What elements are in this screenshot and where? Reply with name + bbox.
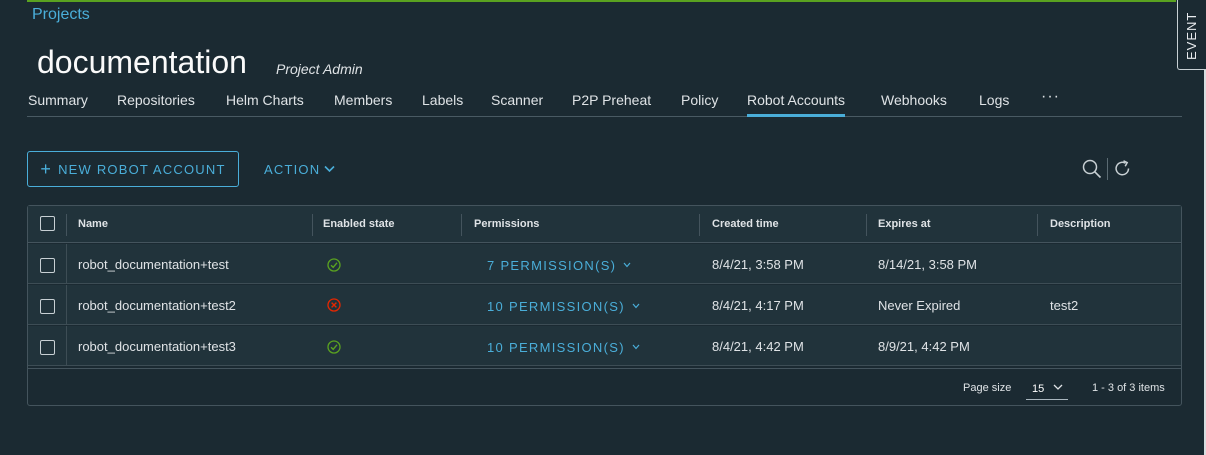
plus-icon: + bbox=[40, 159, 53, 179]
tab-scanner[interactable]: Scanner bbox=[491, 92, 543, 117]
row-checkbox[interactable] bbox=[40, 340, 55, 355]
chevron-down-icon bbox=[632, 344, 640, 350]
tab-webhooks[interactable]: Webhooks bbox=[881, 92, 947, 117]
permissions-toggle[interactable]: 7 PERMISSION(S) bbox=[487, 258, 631, 273]
column-divider bbox=[66, 214, 67, 236]
tab-policy[interactable]: Policy bbox=[681, 92, 718, 117]
tab-repositories[interactable]: Repositories bbox=[117, 92, 195, 117]
event-panel-toggle[interactable]: EVENT bbox=[1177, 0, 1206, 70]
row-checkbox[interactable] bbox=[40, 258, 55, 273]
new-robot-account-label: NEW ROBOT ACCOUNT bbox=[58, 161, 226, 177]
action-label: ACTION bbox=[264, 161, 321, 177]
tab-members[interactable]: Members bbox=[334, 92, 392, 117]
robot-name: robot_documentation+test bbox=[78, 257, 229, 272]
top-accent-line bbox=[27, 0, 1176, 2]
robot-name: robot_documentation+test3 bbox=[78, 339, 236, 354]
column-divider bbox=[66, 285, 67, 324]
tab-p2p-preheat[interactable]: P2P Preheat bbox=[572, 92, 651, 117]
column-header-expires-at[interactable]: Expires at bbox=[878, 218, 931, 230]
tab-robot-accounts[interactable]: Robot Accounts bbox=[747, 92, 846, 117]
pagination-range: 1 - 3 of 3 items bbox=[1092, 382, 1165, 394]
column-divider bbox=[66, 326, 67, 365]
tab-logs[interactable]: Logs bbox=[979, 92, 1009, 117]
refresh-icon[interactable] bbox=[1113, 159, 1132, 178]
column-header-description[interactable]: Description bbox=[1050, 218, 1111, 230]
created-time: 8/4/21, 4:17 PM bbox=[712, 298, 804, 313]
breadcrumb-projects[interactable]: Projects bbox=[32, 6, 90, 24]
chevron-down-icon bbox=[632, 303, 640, 309]
tab-bar: Summary Repositories Helm Charts Members… bbox=[27, 88, 1182, 117]
toolbar-divider bbox=[1107, 158, 1108, 180]
permissions-toggle[interactable]: 10 PERMISSION(S) bbox=[487, 340, 640, 355]
expires-at: 8/14/21, 3:58 PM bbox=[878, 257, 978, 272]
column-divider bbox=[312, 214, 313, 236]
column-header-permissions[interactable]: Permissions bbox=[474, 218, 539, 230]
robot-name: robot_documentation+test2 bbox=[78, 298, 236, 313]
page-size-select[interactable]: 15 bbox=[1026, 377, 1068, 400]
expires-at: Never Expired bbox=[878, 298, 961, 313]
new-robot-account-button[interactable]: + NEW ROBOT ACCOUNT bbox=[27, 151, 239, 187]
page-size-value: 15 bbox=[1032, 383, 1045, 395]
table-row[interactable]: robot_documentation+test3 10 PERMISSION(… bbox=[28, 326, 1181, 366]
page: Projects documentation Project Admin Sum… bbox=[0, 0, 1206, 455]
search-icon[interactable] bbox=[1082, 159, 1102, 179]
permissions-label: 10 PERMISSION(S) bbox=[487, 340, 625, 355]
chevron-down-icon bbox=[324, 165, 335, 173]
tab-labels[interactable]: Labels bbox=[422, 92, 463, 117]
event-panel-label: EVENT bbox=[1184, 11, 1199, 60]
column-header-name[interactable]: Name bbox=[78, 218, 108, 230]
description: test2 bbox=[1050, 298, 1079, 313]
expires-at: 8/9/21, 4:42 PM bbox=[878, 339, 970, 354]
table-footer: Page size 15 1 - 3 of 3 items bbox=[28, 368, 1181, 406]
permissions-toggle[interactable]: 10 PERMISSION(S) bbox=[487, 299, 640, 314]
column-divider bbox=[699, 214, 700, 236]
table-row[interactable]: robot_documentation+test2 10 PERMISSION(… bbox=[28, 285, 1181, 325]
column-header-enabled-state[interactable]: Enabled state bbox=[323, 218, 395, 230]
enabled-check-icon bbox=[327, 258, 341, 272]
enabled-check-icon bbox=[327, 340, 341, 354]
column-divider bbox=[866, 214, 867, 236]
permissions-label: 10 PERMISSION(S) bbox=[487, 299, 625, 314]
page-size-label: Page size bbox=[963, 382, 1012, 394]
column-divider bbox=[66, 244, 67, 283]
chevron-down-icon bbox=[1053, 384, 1063, 390]
column-header-created-time[interactable]: Created time bbox=[712, 218, 779, 230]
tab-summary[interactable]: Summary bbox=[28, 92, 88, 117]
tab-helm-charts[interactable]: Helm Charts bbox=[226, 92, 304, 117]
permissions-label: 7 PERMISSION(S) bbox=[487, 258, 617, 273]
select-all-checkbox[interactable] bbox=[40, 216, 55, 231]
disabled-x-icon bbox=[327, 298, 341, 312]
created-time: 8/4/21, 4:42 PM bbox=[712, 339, 804, 354]
chevron-down-icon bbox=[623, 262, 631, 268]
table-row[interactable]: robot_documentation+test 7 PERMISSION(S)… bbox=[28, 244, 1181, 284]
more-tabs-icon[interactable]: ··· bbox=[1041, 88, 1060, 106]
page-title: documentation bbox=[37, 44, 247, 80]
row-checkbox[interactable] bbox=[40, 299, 55, 314]
column-divider bbox=[1037, 214, 1038, 236]
created-time: 8/4/21, 3:58 PM bbox=[712, 257, 804, 272]
action-dropdown[interactable]: ACTION bbox=[264, 151, 335, 187]
column-divider bbox=[461, 214, 462, 236]
robot-accounts-table: Name Enabled state Permissions Created t… bbox=[27, 205, 1182, 406]
table-header: Name Enabled state Permissions Created t… bbox=[28, 206, 1181, 243]
project-role: Project Admin bbox=[276, 61, 363, 77]
